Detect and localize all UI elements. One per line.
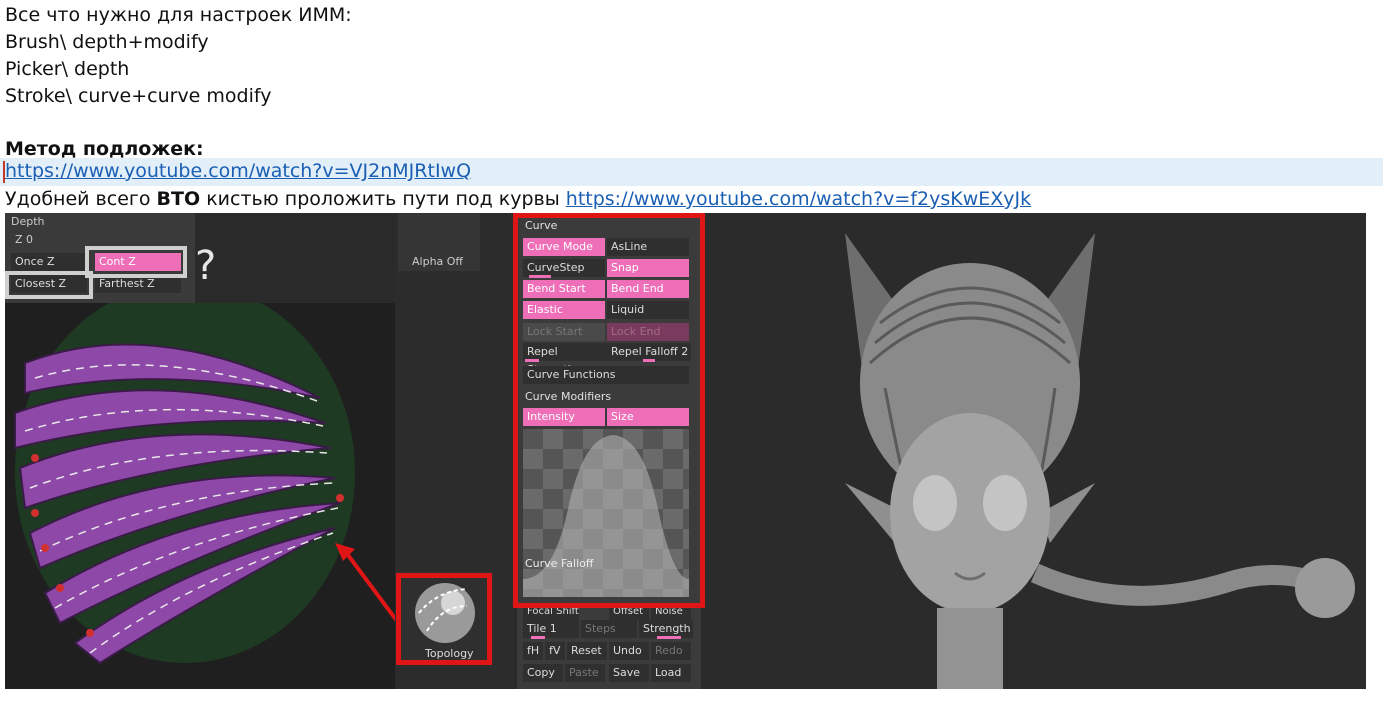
- copy-button[interactable]: Copy: [523, 664, 563, 682]
- save-button[interactable]: Save: [609, 664, 649, 682]
- note-line-3: Picker\ depth: [5, 58, 130, 80]
- load-button[interactable]: Load: [651, 664, 691, 682]
- paste-button[interactable]: Paste: [565, 664, 605, 682]
- depth-title: Depth: [11, 215, 45, 228]
- notes-text: Все что нужно для настроек ИММ: Brush\ d…: [5, 2, 352, 163]
- topology-highlight: [396, 573, 492, 665]
- alpha-label: Alpha Off: [412, 255, 464, 268]
- curve-panel-highlight: [513, 213, 705, 608]
- alpha-thumbnail[interactable]: Alpha Off: [398, 213, 480, 271]
- steps-slider[interactable]: Steps: [581, 620, 637, 638]
- zbrush-screenshot: Depth Z 0 Once Z Cont Z Closest Z Farthe…: [5, 213, 1366, 689]
- redo-button[interactable]: Redo: [651, 642, 691, 660]
- note-line-1: Все что нужно для настроек ИММ:: [5, 4, 352, 26]
- left-viewport: [5, 283, 399, 689]
- note-line-2: Brush\ depth+modify: [5, 31, 209, 53]
- note-line-5: Удобней всего ВТО кистью проложить пути …: [5, 188, 1032, 210]
- tile-fill: [531, 636, 545, 639]
- fv-button[interactable]: fV: [545, 642, 565, 660]
- sculpted-head-illustration: [845, 233, 1355, 689]
- question-mark: ?: [195, 243, 217, 289]
- strength-fill: [657, 636, 681, 639]
- right-viewport: [705, 213, 1366, 689]
- reset-button[interactable]: Reset: [567, 642, 607, 660]
- once-z-button[interactable]: Once Z: [11, 253, 87, 271]
- hair-model-illustration: [14, 283, 399, 665]
- cont-z-highlight: [85, 246, 187, 278]
- closest-z-highlight: [5, 271, 93, 299]
- fh-button[interactable]: fH: [523, 642, 543, 660]
- youtube-link-2[interactable]: https://www.youtube.com/watch?v=f2ysKwEX…: [566, 188, 1031, 210]
- note-line-4: Stroke\ curve+curve modify: [5, 85, 272, 107]
- undo-button[interactable]: Undo: [609, 642, 649, 660]
- youtube-link-1[interactable]: https://www.youtube.com/watch?v=VJ2nMJRt…: [5, 160, 471, 182]
- depth-panel: Depth Z 0 Once Z Cont Z Closest Z Farthe…: [5, 213, 195, 303]
- z-value: Z 0: [15, 233, 34, 246]
